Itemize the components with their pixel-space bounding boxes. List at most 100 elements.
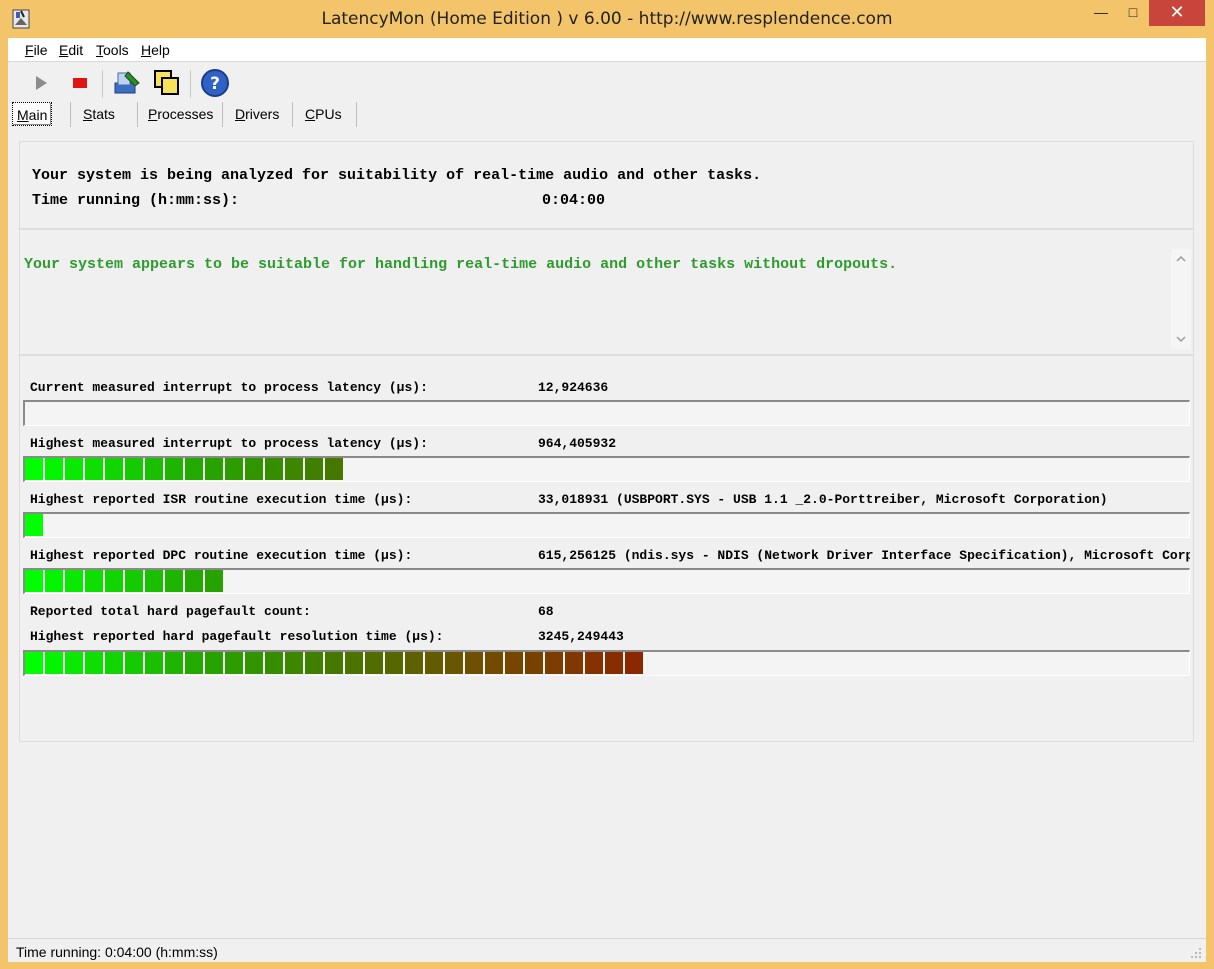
bar-segment: [125, 458, 145, 480]
bar-segment: [145, 652, 165, 674]
app-client-area: File Edit Tools Help ? Main Stats Proces…: [8, 38, 1206, 962]
bar-segment: [125, 652, 145, 674]
toolbar-separator: [190, 70, 191, 98]
close-button[interactable]: ✕: [1149, 0, 1205, 26]
bar-segment: [65, 570, 85, 592]
metric-value: 3245,249443: [538, 629, 624, 644]
metric-label: Highest measured interrupt to process la…: [30, 436, 428, 451]
tab-cpus[interactable]: CPUs: [301, 102, 346, 126]
bar-segment: [45, 570, 65, 592]
scroll-down-icon[interactable]: [1175, 333, 1187, 345]
tab-separator: [70, 102, 71, 127]
divider: [20, 354, 1193, 356]
status-bar: Time running: 0:04:00 (h:mm:ss): [8, 938, 1206, 962]
bar-segment: [345, 652, 365, 674]
bar-segment: [465, 652, 485, 674]
bar-segment: [45, 652, 65, 674]
analysis-status-text: Your system is being analyzed for suitab…: [32, 167, 762, 184]
window-title: LatencyMon (Home Edition ) v 6.00 - http…: [321, 9, 893, 29]
maximize-button[interactable]: □: [1117, 0, 1149, 26]
bar-segment: [585, 652, 605, 674]
time-running-value: 0:04:00: [542, 192, 606, 209]
bar-segment: [385, 652, 405, 674]
bar-segment: [185, 652, 205, 674]
bar-segment: [325, 652, 345, 674]
menu-file[interactable]: File: [25, 42, 48, 58]
tab-bar: Main Stats Processes Drivers CPUs: [8, 100, 1206, 128]
bar-segment: [25, 514, 45, 536]
bar-segment: [165, 570, 185, 592]
bar-segment: [265, 458, 285, 480]
latency-bar: [23, 568, 1190, 594]
latency-bar: [23, 456, 1190, 482]
tab-stats[interactable]: Stats: [79, 102, 119, 126]
toolbar: ?: [8, 64, 1206, 100]
metric-label: Highest reported hard pagefault resoluti…: [30, 629, 444, 644]
bar-segment: [85, 652, 105, 674]
bar-segment: [245, 652, 265, 674]
minimize-button[interactable]: —: [1085, 0, 1117, 26]
tab-separator: [222, 102, 223, 127]
windows-icon[interactable]: [152, 68, 182, 98]
bar-segment: [105, 458, 125, 480]
bar-segment: [25, 458, 45, 480]
bar-segment: [85, 570, 105, 592]
menu-help[interactable]: Help: [141, 42, 170, 58]
verdict-text: Your system appears to be suitable for h…: [24, 256, 898, 273]
stop-icon[interactable]: [65, 68, 95, 98]
bar-segment: [285, 458, 305, 480]
bar-segment: [125, 570, 145, 592]
verdict-scrollbar[interactable]: [1171, 249, 1191, 349]
help-icon[interactable]: ?: [200, 68, 230, 98]
bar-segment: [405, 652, 425, 674]
analyze-icon[interactable]: [112, 68, 142, 98]
tab-separator: [292, 102, 293, 127]
metric-value: 964,405932: [538, 436, 617, 451]
tab-drivers[interactable]: Drivers: [231, 102, 283, 126]
bar-segment: [165, 652, 185, 674]
tab-separator: [137, 102, 138, 127]
bar-segment: [325, 458, 345, 480]
time-running-label: Time running (h:mm:ss):: [32, 192, 240, 209]
bar-segment: [185, 570, 205, 592]
bar-segment: [105, 570, 125, 592]
toolbar-separator: [102, 70, 103, 98]
bar-segment: [565, 652, 585, 674]
title-bar: LatencyMon (Home Edition ) v 6.00 - http…: [0, 0, 1214, 38]
main-panel: Your system is being analyzed for suitab…: [19, 141, 1194, 742]
bar-segment: [285, 652, 305, 674]
menu-bar: File Edit Tools Help: [8, 38, 1206, 62]
resize-grip-icon[interactable]: [1190, 947, 1202, 959]
play-icon[interactable]: [26, 68, 56, 98]
metric-value: 12,924636: [538, 380, 609, 395]
bar-segment: [65, 652, 85, 674]
bar-segment: [305, 652, 325, 674]
bar-segment: [85, 458, 105, 480]
bar-segment: [425, 652, 445, 674]
bar-segment: [305, 458, 325, 480]
menu-edit[interactable]: Edit: [59, 42, 83, 58]
bar-segment: [25, 652, 45, 674]
bar-segment: [545, 652, 565, 674]
bar-segment: [485, 652, 505, 674]
menu-tools[interactable]: Tools: [96, 42, 129, 58]
bar-segment: [225, 458, 245, 480]
metric-label: Highest reported DPC routine execution t…: [30, 548, 413, 563]
divider: [20, 228, 1193, 230]
bar-segment: [205, 458, 225, 480]
bar-segment: [205, 570, 225, 592]
bar-segment: [165, 458, 185, 480]
bar-segment: [245, 458, 265, 480]
metric-value: 615,256125 (ndis.sys - NDIS (Network Dri…: [538, 548, 1190, 563]
tab-processes[interactable]: Processes: [144, 102, 217, 126]
tab-main[interactable]: Main: [12, 102, 53, 126]
bar-segment: [265, 652, 285, 674]
bar-segment: [505, 652, 525, 674]
bar-segment: [185, 458, 205, 480]
scroll-up-icon[interactable]: [1175, 253, 1187, 265]
bar-segment: [625, 652, 645, 674]
metric-value: 33,018931 (USBPORT.SYS - USB 1.1 _2.0-Po…: [538, 492, 1108, 507]
bar-segment: [25, 570, 45, 592]
latency-bar: [23, 512, 1190, 538]
bar-segment: [525, 652, 545, 674]
